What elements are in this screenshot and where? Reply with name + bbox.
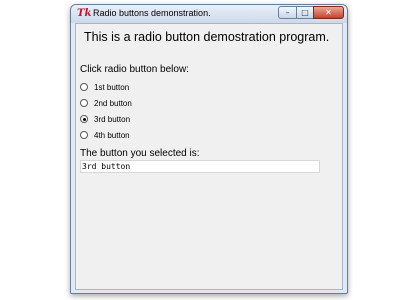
radio-option-label: 2nd button (94, 98, 132, 108)
close-button[interactable]: ✕ (313, 6, 344, 19)
page-heading: This is a radio button demostration prog… (84, 30, 330, 44)
radio-option-label: 3rd button (94, 114, 131, 124)
window-title: Radio buttons demonstration. (93, 8, 211, 18)
title-bar[interactable]: Tk Radio buttons demonstration. – □ ✕ (71, 5, 347, 23)
radio-circle-icon[interactable] (80, 83, 88, 91)
radio-circle-icon[interactable] (80, 131, 88, 139)
tk-app-icon: Tk (77, 8, 92, 19)
radio-option-2nd[interactable]: 2nd button (80, 97, 132, 109)
radio-option-4th[interactable]: 4th button (80, 129, 130, 141)
app-window: Tk Radio buttons demonstration. – □ ✕ Th… (70, 4, 348, 294)
maximize-button[interactable]: □ (296, 6, 314, 19)
client-area: This is a radio button demostration prog… (75, 23, 343, 290)
radio-prompt-label: Click radio button below: (80, 64, 189, 75)
radio-option-3rd[interactable]: 3rd button (80, 113, 130, 125)
radio-circle-icon[interactable] (80, 99, 88, 107)
radio-option-label: 4th button (94, 130, 130, 140)
selection-result-field[interactable]: 3rd button (80, 160, 320, 173)
radio-option-label: 1st button (94, 82, 130, 92)
minimize-button[interactable]: – (278, 6, 297, 19)
radio-option-1st[interactable]: 1st button (80, 81, 129, 93)
radio-circle-selected-icon[interactable] (80, 115, 88, 123)
selection-result-label: The button you selected is: (80, 148, 200, 159)
